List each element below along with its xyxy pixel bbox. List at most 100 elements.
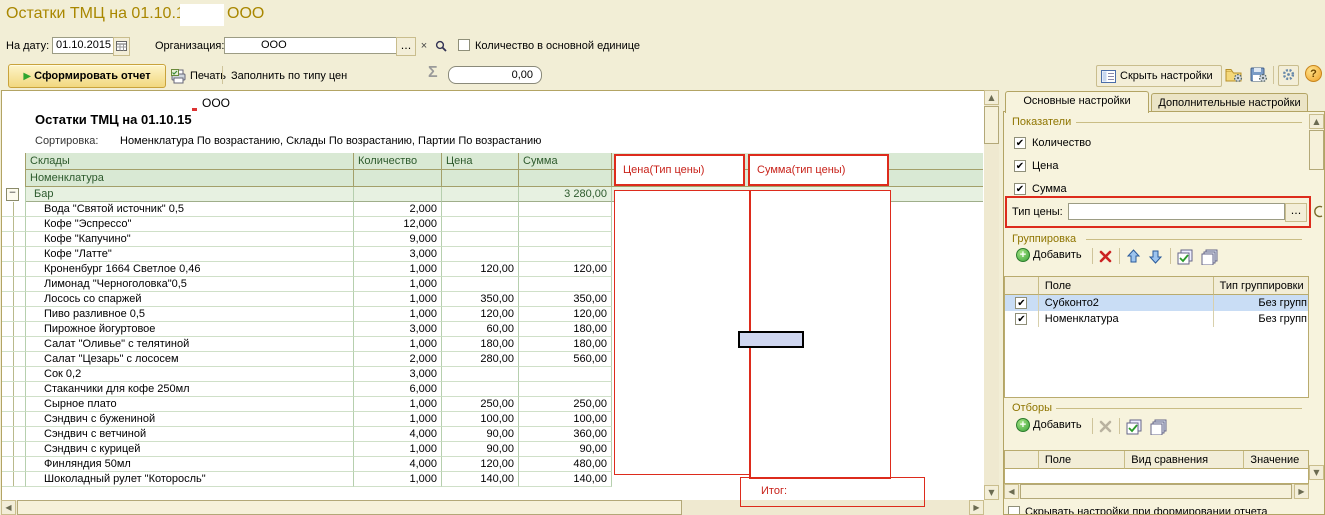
item-name[interactable]: Кофе "Латте" (26, 247, 354, 262)
hscroll-thumb[interactable] (1020, 484, 1292, 499)
grouping-header-field[interactable]: Поле (1039, 277, 1214, 295)
item-sum[interactable]: 140,00 (519, 472, 612, 487)
item-price[interactable]: 100,00 (442, 412, 519, 427)
item-name[interactable]: Сэндвич с курицей (26, 442, 354, 457)
item-name[interactable]: Лосось со спаржей (26, 292, 354, 307)
item-sum[interactable]: 350,00 (519, 292, 612, 307)
indicator-price-checkbox[interactable]: ✔ (1014, 160, 1026, 172)
org-clear-button[interactable]: × (416, 37, 432, 56)
item-price[interactable]: 140,00 (442, 472, 519, 487)
item-name[interactable]: Сок 0,2 (26, 367, 354, 382)
item-sum[interactable]: 480,00 (519, 457, 612, 472)
item-sum[interactable]: 120,00 (519, 307, 612, 322)
item-price[interactable]: 250,00 (442, 397, 519, 412)
item-name[interactable]: Сырное плато (26, 397, 354, 412)
filters-header-comparison[interactable]: Вид сравнения (1125, 451, 1244, 469)
item-qty[interactable]: 1,000 (354, 337, 442, 352)
filters-header-field[interactable]: Поле (1039, 451, 1125, 469)
filters-delete-button-disabled[interactable] (1099, 420, 1112, 433)
item-qty[interactable]: 12,000 (354, 217, 442, 232)
item-price[interactable]: 90,00 (442, 442, 519, 457)
item-qty[interactable]: 3,000 (354, 367, 442, 382)
item-price[interactable]: 350,00 (442, 292, 519, 307)
grouping-delete-button[interactable] (1099, 250, 1112, 263)
scroll-left-button[interactable]: ◀ (1004, 484, 1019, 499)
calendar-button[interactable] (113, 37, 130, 56)
item-price[interactable]: 90,00 (442, 427, 519, 442)
item-sum[interactable] (519, 247, 612, 262)
col-header-qty[interactable]: Количество (354, 153, 442, 170)
collapse-button[interactable]: − (6, 188, 19, 201)
item-sum[interactable]: 250,00 (519, 397, 612, 412)
panel-vscrollbar[interactable]: ▲ ▼ (1309, 113, 1324, 499)
item-price[interactable]: 60,00 (442, 322, 519, 337)
date-input[interactable]: 01.10.2015 (52, 37, 116, 54)
item-price[interactable] (442, 217, 519, 232)
item-name[interactable]: Пирожное йогуртовое (26, 322, 354, 337)
item-name[interactable]: Вода "Святой источник" 0,5 (26, 202, 354, 217)
item-sum[interactable] (519, 232, 612, 247)
item-qty[interactable]: 1,000 (354, 442, 442, 457)
scroll-right-button[interactable]: ▶ (969, 500, 984, 515)
indicator-qty-checkbox[interactable]: ✔ (1014, 137, 1026, 149)
filters-uncheck-all-button[interactable] (1150, 419, 1167, 435)
selected-cell[interactable] (738, 331, 804, 348)
item-qty[interactable]: 3,000 (354, 247, 442, 262)
item-name[interactable]: Салат "Оливье" с телятиной (26, 337, 354, 352)
item-name[interactable]: Сэндвич с ветчиной (26, 427, 354, 442)
grouping-row[interactable]: ✔НоменклатураБез групп (1005, 311, 1308, 327)
item-sum[interactable]: 560,00 (519, 352, 612, 367)
vscroll-thumb[interactable] (984, 106, 999, 144)
vscroll-thumb[interactable] (1309, 130, 1324, 170)
report-vscrollbar[interactable]: ▲ ▼ (984, 90, 999, 500)
group-price[interactable] (442, 187, 519, 202)
item-qty[interactable]: 2,000 (354, 202, 442, 217)
grouping-add-button[interactable]: + Добавить (1016, 248, 1082, 262)
item-name[interactable]: Кроненбург 1664 Светлое 0,46 (26, 262, 354, 277)
scroll-up-button[interactable]: ▲ (1309, 114, 1324, 129)
load-settings-button[interactable] (1224, 66, 1246, 86)
item-name[interactable]: Пиво разливное 0,5 (26, 307, 354, 322)
save-settings-button[interactable] (1249, 66, 1271, 86)
item-qty[interactable]: 1,000 (354, 262, 442, 277)
hide-settings-on-generate-checkbox[interactable] (1008, 506, 1020, 515)
org-select-button[interactable]: ... (396, 37, 416, 56)
item-sum[interactable]: 180,00 (519, 322, 612, 337)
grouping-move-up-button[interactable] (1126, 249, 1141, 264)
scroll-right-button[interactable]: ▶ (1294, 484, 1309, 499)
item-name[interactable]: Сэндвич с бужениной (26, 412, 354, 427)
help-button[interactable]: ? (1305, 65, 1322, 82)
item-price[interactable] (442, 202, 519, 217)
col-header-sklady[interactable]: Склады (26, 153, 354, 170)
settings-gear-button[interactable] (1278, 65, 1299, 86)
item-qty[interactable]: 1,000 (354, 277, 442, 292)
tab-additional-settings[interactable]: Дополнительные настройки (1151, 93, 1308, 113)
fill-by-price-type-button[interactable]: Заполнить по типу цен (230, 66, 348, 86)
org-input[interactable]: ООО (224, 37, 415, 54)
col-header-nomenclature[interactable]: Номенклатура (26, 170, 354, 187)
grouping-row-type[interactable]: Без групп (1214, 311, 1308, 327)
item-sum[interactable] (519, 277, 612, 292)
item-qty[interactable]: 1,000 (354, 412, 442, 427)
item-name[interactable]: Кофе "Эспрессо" (26, 217, 354, 232)
group-name[interactable]: Бар (26, 187, 354, 202)
panel-hscrollbar[interactable]: ◀ ▶ (1004, 484, 1309, 499)
group-qty[interactable] (354, 187, 442, 202)
item-sum[interactable]: 120,00 (519, 262, 612, 277)
item-name[interactable]: Стаканчики для кофе 250мл (26, 382, 354, 397)
item-qty[interactable]: 2,000 (354, 352, 442, 367)
col-header-price[interactable]: Цена (442, 153, 519, 170)
grouping-row-type[interactable]: Без групп (1214, 295, 1308, 311)
filters-check-all-button[interactable] (1126, 419, 1143, 435)
sum-field[interactable]: 0,00 (448, 66, 542, 84)
item-name[interactable]: Салат "Цезарь" с лососем (26, 352, 354, 367)
item-name[interactable]: Лимонад "Черноголовка"0,5 (26, 277, 354, 292)
item-qty[interactable]: 3,000 (354, 322, 442, 337)
item-sum[interactable]: 180,00 (519, 337, 612, 352)
item-price[interactable]: 280,00 (442, 352, 519, 367)
item-sum[interactable] (519, 202, 612, 217)
item-price[interactable] (442, 247, 519, 262)
item-qty[interactable]: 1,000 (354, 307, 442, 322)
filters-header-value[interactable]: Значение (1244, 451, 1308, 469)
item-price[interactable]: 120,00 (442, 457, 519, 472)
